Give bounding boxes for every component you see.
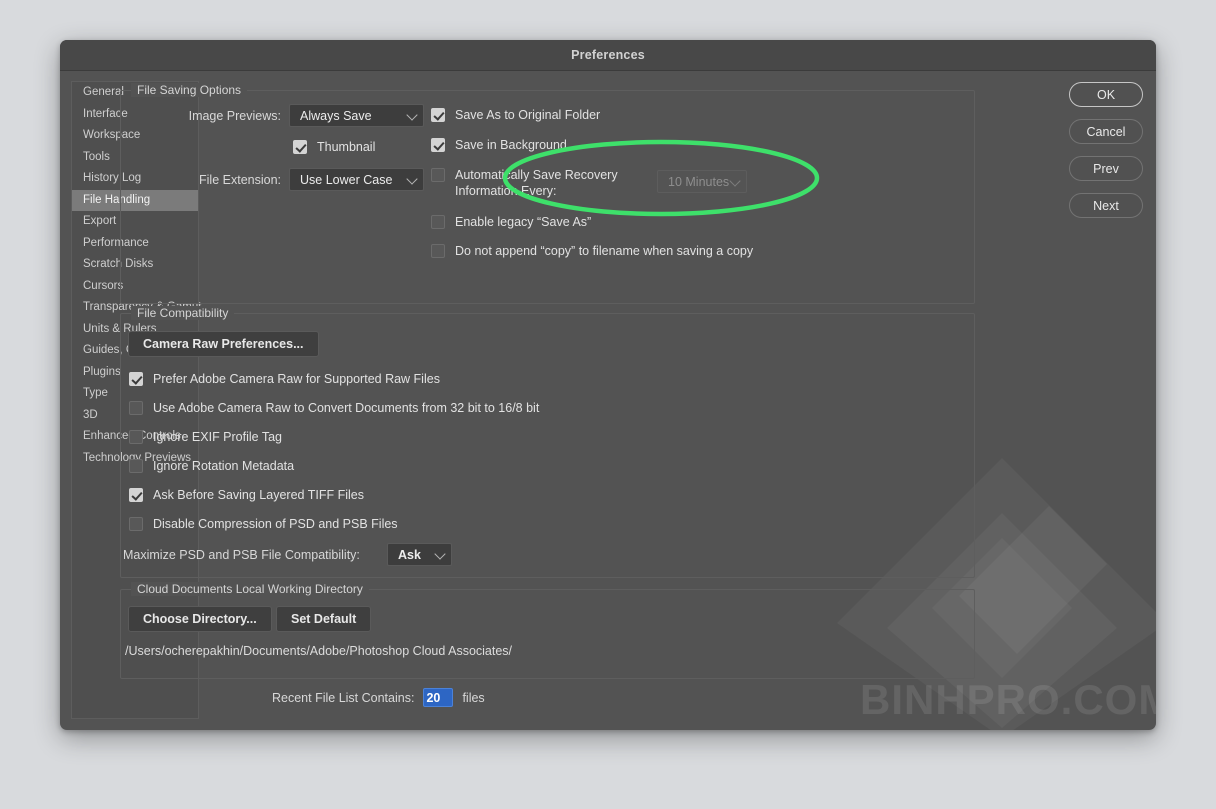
- ignore-rotation-label: Ignore Rotation Metadata: [153, 459, 295, 473]
- ask-layered-tiff-checkbox[interactable]: [129, 488, 143, 502]
- group-cloud-documents: Cloud Documents Local Working Directory …: [120, 582, 975, 679]
- recent-file-count-input[interactable]: 20: [423, 688, 454, 707]
- no-copy-suffix-row[interactable]: Do not append “copy” to filename when sa…: [431, 243, 753, 259]
- prefer-camera-raw-label: Prefer Adobe Camera Raw for Supported Ra…: [153, 372, 440, 386]
- autosave-interval-select[interactable]: 10 Minutes: [657, 170, 747, 193]
- camera-raw-preferences-button[interactable]: Camera Raw Preferences...: [128, 331, 319, 357]
- group-legend-cloud-documents: Cloud Documents Local Working Directory: [131, 582, 369, 596]
- file-extension-select[interactable]: Use Lower Case: [289, 168, 424, 191]
- disable-compression-label: Disable Compression of PSD and PSB Files: [153, 517, 398, 531]
- watermark-text: BINHPRO.COM: [860, 676, 1156, 723]
- legacy-save-as-row[interactable]: Enable legacy “Save As”: [431, 214, 591, 230]
- disable-compression-checkbox[interactable]: [129, 517, 143, 531]
- ignore-rotation-checkbox[interactable]: [129, 459, 143, 473]
- ask-layered-tiff-label: Ask Before Saving Layered TIFF Files: [153, 488, 364, 502]
- maximize-compatibility-value: Ask: [398, 547, 421, 562]
- save-as-original-folder-label: Save As to Original Folder: [455, 108, 601, 122]
- maximize-compatibility-select[interactable]: Ask: [387, 543, 452, 566]
- no-copy-suffix-checkbox[interactable]: [431, 244, 445, 258]
- dialog-action-buttons: OK Cancel Prev Next: [1069, 82, 1143, 230]
- image-previews-label: Image Previews:: [188, 109, 281, 123]
- file-extension-value: Use Lower Case: [300, 172, 393, 187]
- file-extension-label: File Extension:: [199, 173, 281, 187]
- convert-32bit-label: Use Adobe Camera Raw to Convert Document…: [153, 401, 540, 415]
- thumbnail-label: Thumbnail: [317, 140, 376, 154]
- group-file-compatibility: File Compatibility Camera Raw Preference…: [120, 306, 975, 578]
- group-legend-file-saving: File Saving Options: [131, 83, 248, 97]
- group-legend-file-compatibility: File Compatibility: [131, 306, 235, 320]
- ignore-exif-row[interactable]: Ignore EXIF Profile Tag: [129, 429, 282, 445]
- recent-file-list-label: Recent File List Contains:: [272, 690, 415, 705]
- image-previews-value: Always Save: [300, 108, 372, 123]
- legacy-save-as-label: Enable legacy “Save As”: [455, 215, 592, 229]
- ignore-exif-label: Ignore EXIF Profile Tag: [153, 430, 283, 444]
- set-default-button[interactable]: Set Default: [276, 606, 372, 632]
- no-copy-suffix-label: Do not append “copy” to filename when sa…: [455, 244, 754, 258]
- chevron-down-icon: [406, 172, 418, 185]
- cancel-button[interactable]: Cancel: [1069, 119, 1143, 144]
- autosave-interval-value: 10 Minutes: [668, 174, 730, 189]
- convert-32bit-checkbox[interactable]: [129, 401, 143, 415]
- thumbnail-checkbox[interactable]: [293, 140, 307, 154]
- maximize-compatibility-label: Maximize PSD and PSB File Compatibility:: [123, 548, 360, 562]
- prefer-camera-raw-checkbox[interactable]: [129, 372, 143, 386]
- autosave-recovery-label: Automatically Save Recovery Information …: [455, 168, 618, 198]
- save-in-background-checkbox[interactable]: [431, 138, 445, 152]
- ignore-exif-checkbox[interactable]: [129, 430, 143, 444]
- cloud-directory-path: /Users/ocherepakhin/Documents/Adobe/Phot…: [125, 644, 513, 658]
- ok-button[interactable]: OK: [1069, 82, 1143, 107]
- recent-file-list-row: Recent File List Contains: 20 files: [272, 688, 485, 707]
- save-in-background-label: Save in Background: [455, 138, 567, 152]
- ask-layered-tiff-row[interactable]: Ask Before Saving Layered TIFF Files: [129, 487, 364, 503]
- disable-compression-row[interactable]: Disable Compression of PSD and PSB Files: [129, 516, 398, 532]
- save-in-background-row[interactable]: Save in Background: [431, 137, 567, 153]
- chevron-down-icon: [729, 174, 741, 187]
- prev-button[interactable]: Prev: [1069, 156, 1143, 181]
- next-button[interactable]: Next: [1069, 193, 1143, 218]
- save-as-original-folder-row[interactable]: Save As to Original Folder: [431, 107, 600, 123]
- save-as-original-folder-checkbox[interactable]: [431, 108, 445, 122]
- legacy-save-as-checkbox[interactable]: [431, 215, 445, 229]
- convert-32bit-row[interactable]: Use Adobe Camera Raw to Convert Document…: [129, 400, 539, 416]
- image-previews-select[interactable]: Always Save: [289, 104, 424, 127]
- page-title: Preferences: [571, 48, 645, 62]
- prefer-camera-raw-row[interactable]: Prefer Adobe Camera Raw for Supported Ra…: [129, 371, 440, 387]
- choose-directory-button[interactable]: Choose Directory...: [128, 606, 272, 632]
- autosave-recovery-checkbox[interactable]: [431, 168, 445, 182]
- chevron-down-icon: [434, 547, 446, 560]
- dialog-titlebar: Preferences: [60, 40, 1156, 71]
- desktop-background: Preferences BINHPRO.COM General Interfac…: [0, 0, 1216, 809]
- autosave-recovery-row[interactable]: Automatically Save Recovery Information …: [431, 167, 691, 199]
- recent-file-list-suffix: files: [462, 690, 485, 705]
- ignore-rotation-row[interactable]: Ignore Rotation Metadata: [129, 458, 294, 474]
- chevron-down-icon: [406, 108, 418, 121]
- group-file-saving-options: File Saving Options Image Previews: Alwa…: [120, 83, 975, 304]
- thumbnail-checkbox-row[interactable]: Thumbnail: [293, 139, 375, 155]
- preferences-dialog: Preferences BINHPRO.COM General Interfac…: [60, 40, 1156, 730]
